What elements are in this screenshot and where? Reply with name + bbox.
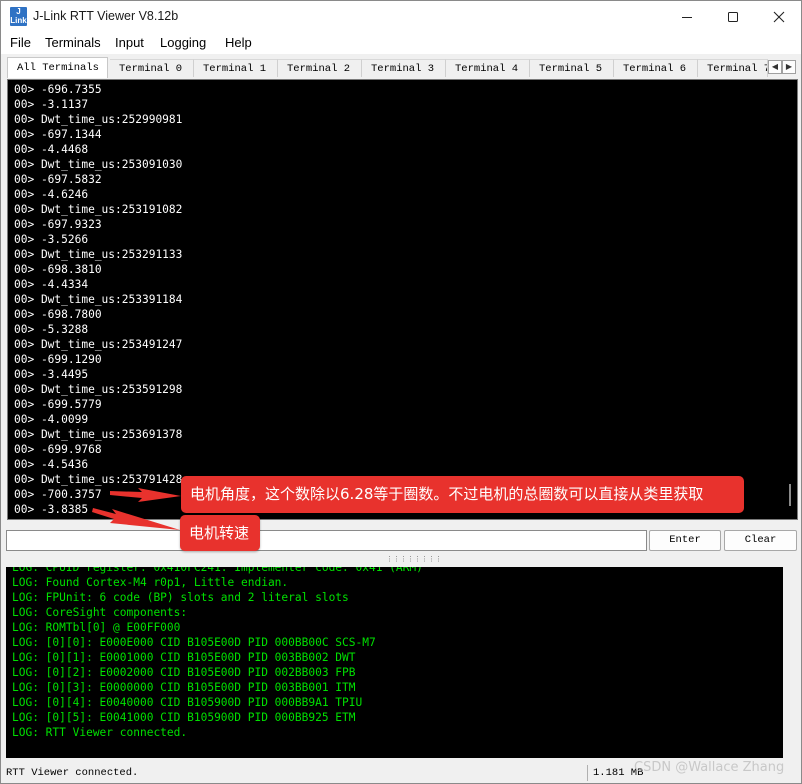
- terminal-input[interactable]: [6, 530, 647, 551]
- log-lines: LOG: CPUID register: 0x410FC241. Impleme…: [12, 567, 772, 740]
- log-line: LOG: RTT Viewer connected.: [12, 726, 188, 739]
- terminal-line: 00> -4.4468: [14, 143, 89, 157]
- terminal-line: 00> -4.6246: [14, 188, 89, 202]
- terminal-line: 00> -699.9768: [14, 443, 102, 457]
- status-separator: [587, 765, 588, 781]
- log-line: LOG: [0][1]: E0001000 CID B105E00D PID 0…: [12, 651, 356, 664]
- terminal-line: 00> -697.1344: [14, 128, 102, 142]
- tab-terminal-4[interactable]: Terminal 4: [446, 59, 530, 77]
- tab-terminal-0[interactable]: Terminal 0: [110, 59, 194, 77]
- menu-input[interactable]: Input: [115, 35, 144, 50]
- annotation-motor-angle: 电机角度，这个数除以6.28等于圈数。不过电机的总圈数可以直接从类里获取: [181, 476, 744, 513]
- window-title: J-Link RTT Viewer V8.12b: [33, 9, 179, 23]
- terminal-line: 00> -699.1290: [14, 353, 102, 367]
- terminal-line: 00> -3.5266: [14, 233, 89, 247]
- enter-button[interactable]: Enter: [649, 530, 721, 551]
- watermark: CSDN @Wallace Zhang: [634, 760, 785, 775]
- terminal-line: 00> -697.5832: [14, 173, 102, 187]
- terminal-line: 00> -699.5779: [14, 398, 102, 412]
- tab-terminal-5[interactable]: Terminal 5: [530, 59, 614, 77]
- maximize-icon: [728, 11, 738, 22]
- log-line: LOG: [0][3]: E0000000 CID B105E00D PID 0…: [12, 681, 356, 694]
- maximize-button[interactable]: [710, 1, 756, 32]
- terminal-line: 00> -696.7355: [14, 83, 102, 96]
- log-line: LOG: CPUID register: 0x410FC241. Impleme…: [12, 567, 423, 574]
- tab-terminal-3[interactable]: Terminal 3: [362, 59, 446, 77]
- terminal-line: 00> Dwt_time_us:253391184: [14, 293, 183, 307]
- log-line: LOG: FPUnit: 6 code (BP) slots and 2 lit…: [12, 591, 349, 604]
- tab-terminal-2[interactable]: Terminal 2: [278, 59, 362, 77]
- terminal-output[interactable]: 00> -696.7355 00> -3.1137 00> Dwt_time_us:…: [7, 79, 798, 520]
- terminal-line: 00> -4.5436: [14, 458, 89, 472]
- menu-help[interactable]: Help: [225, 35, 252, 50]
- terminal-line: 00> -5.3288: [14, 323, 89, 337]
- terminal-line: 00> -698.7800: [14, 308, 102, 322]
- minimize-icon: [682, 16, 692, 18]
- terminal-line: 00> -4.0099: [14, 413, 89, 427]
- terminal-line: 00> -3.1137: [14, 98, 89, 112]
- pane-splitter[interactable]: ⋮⋮⋮⋮⋮⋮⋮⋮: [1, 554, 801, 566]
- minimize-button[interactable]: [664, 1, 710, 32]
- terminal-line: 00> -3.4495: [14, 368, 89, 382]
- tab-terminal-6[interactable]: Terminal 6: [614, 59, 698, 77]
- tab-terminal-7[interactable]: Terminal 7: [698, 59, 768, 77]
- log-line: LOG: [0][5]: E0041000 CID B105900D PID 0…: [12, 711, 356, 724]
- tab-terminal-1[interactable]: Terminal 1: [194, 59, 278, 77]
- tab-scroll-left-icon[interactable]: ◀: [768, 60, 782, 74]
- terminal-scroll-thumb[interactable]: [789, 484, 791, 506]
- menu-file[interactable]: File: [10, 35, 31, 50]
- status-text: RTT Viewer connected.: [6, 767, 139, 779]
- clear-button[interactable]: Clear: [724, 530, 797, 551]
- terminal-tab-bar: All Terminals Terminal 0 Terminal 1 Term…: [1, 56, 801, 78]
- log-line: LOG: [0][2]: E0002000 CID B105E00D PID 0…: [12, 666, 356, 679]
- terminal-line: 00> Dwt_time_us:253691378: [14, 428, 183, 442]
- title-bar: J Link J-Link RTT Viewer V8.12b: [1, 1, 801, 32]
- terminal-line: 00> -4.4334: [14, 278, 89, 292]
- menu-logging[interactable]: Logging: [160, 35, 206, 50]
- terminal-line: 00> Dwt_time_us:252990981: [14, 113, 183, 127]
- annotation-motor-speed: 电机转速: [180, 515, 260, 551]
- terminal-scrollbar[interactable]: [783, 80, 797, 519]
- log-line: LOG: [0][4]: E0040000 CID B105900D PID 0…: [12, 696, 363, 709]
- splitter-grip-icon[interactable]: ⋮⋮⋮⋮⋮⋮⋮⋮: [386, 556, 442, 563]
- terminal-line: 00> Dwt_time_us:253191082: [14, 203, 183, 217]
- terminal-line: 00> Dwt_time_us:253091030: [14, 158, 183, 172]
- log-line: LOG: Found Cortex-M4 r0p1, Little endian…: [12, 576, 289, 589]
- tab-scroll-right-icon[interactable]: ▶: [782, 60, 796, 74]
- close-icon: [773, 11, 785, 22]
- menu-bar: File Terminals Input Logging Help: [1, 32, 801, 54]
- log-output[interactable]: LOG: CPUID register: 0x410FC241. Impleme…: [6, 567, 783, 758]
- input-row: Enter Clear: [1, 528, 801, 554]
- close-button[interactable]: [756, 1, 801, 32]
- log-line: LOG: CoreSight components:: [12, 606, 188, 619]
- terminal-line: 00> Dwt_time_us:253491247: [14, 338, 183, 352]
- terminal-line: 00> Dwt_time_us:253591298: [14, 383, 183, 397]
- tab-all-terminals[interactable]: All Terminals: [7, 57, 108, 78]
- menu-terminals[interactable]: Terminals: [45, 35, 101, 50]
- terminal-line: 00> -698.3810: [14, 263, 102, 277]
- log-line: LOG: [0][0]: E000E000 CID B105E00D PID 0…: [12, 636, 376, 649]
- terminal-line: 00> Dwt_time_us:253291133: [14, 248, 183, 262]
- jlink-app-icon: J Link: [10, 7, 27, 26]
- terminal-line: 00> -697.9323: [14, 218, 102, 232]
- app-window: J Link J-Link RTT Viewer V8.12b File Term…: [0, 0, 802, 784]
- terminal-lines: 00> -696.7355 00> -3.1137 00> Dwt_time_us:…: [14, 82, 774, 517]
- log-line: LOG: ROMTbl[0] @ E00FF000: [12, 621, 181, 634]
